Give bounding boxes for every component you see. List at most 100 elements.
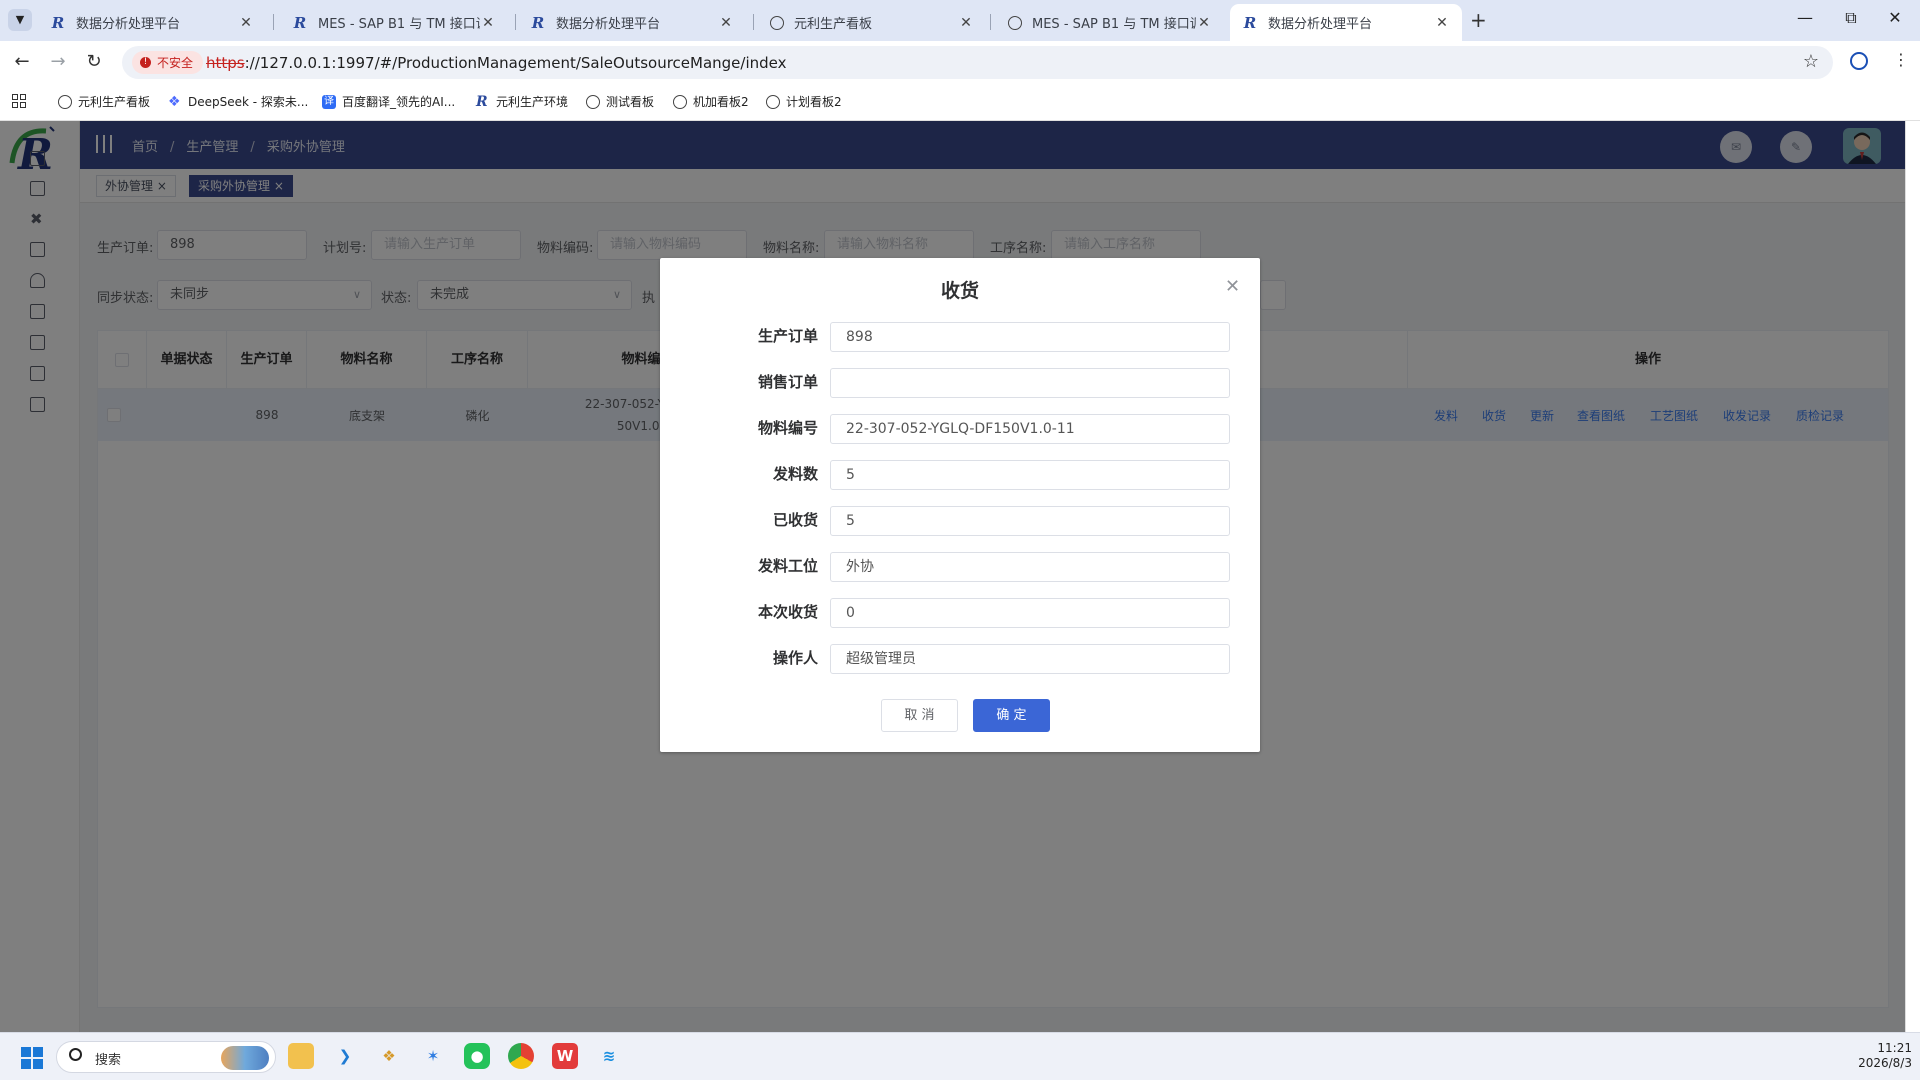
tab-title: 数据分析处理平台	[1268, 17, 1373, 32]
browser-tab[interactable]: 元利生产看板 ✕	[758, 4, 986, 41]
file-explorer-icon[interactable]	[288, 1043, 314, 1069]
window-close-icon[interactable]: ✕	[1880, 8, 1910, 27]
material-no-field[interactable]: 22-307-052-YGLQ-DF150V1.0-11	[830, 414, 1230, 444]
bookmark-item[interactable]: 译百度翻译_领先的AI...	[322, 93, 455, 110]
tab-title: MES - SAP B1 与 TM 接口调用	[318, 17, 480, 32]
tab-title: 元利生产看板	[794, 17, 873, 32]
apps-grid-icon[interactable]	[12, 94, 26, 108]
field-label-material-no: 物料编号	[757, 419, 818, 437]
globe-icon	[766, 94, 780, 109]
close-tab-icon[interactable]: ✕	[1434, 15, 1450, 31]
browser-tab[interactable]: R 数据分析处理平台 ✕	[518, 4, 746, 41]
vscode-icon[interactable]: ❯	[332, 1043, 358, 1069]
confirm-button[interactable]: 确 定	[973, 699, 1050, 732]
bookmark-label: 计划看板2	[786, 95, 842, 109]
received-qty-field[interactable]: 5	[830, 506, 1230, 536]
cancel-button[interactable]: 取 消	[881, 699, 958, 732]
browser-tab-active[interactable]: R 数据分析处理平台 ✕	[1230, 4, 1462, 41]
taskbar-search[interactable]: 搜索	[56, 1041, 276, 1073]
tab-title: MES - SAP B1 与 TM 接口调用	[1032, 17, 1196, 32]
search-icon	[69, 1048, 82, 1061]
windows-taskbar: 搜索 ❯ ❖ ✶ ● W ≋ 11:21 2026/8/3	[0, 1032, 1920, 1080]
clock-date: 2026/8/3	[1858, 1056, 1912, 1070]
taskbar-search-label: 搜索	[95, 1053, 122, 1068]
browser-tab[interactable]: MES - SAP B1 与 TM 接口调用 ✕	[996, 4, 1224, 41]
close-tab-icon[interactable]: ✕	[718, 15, 734, 31]
bookmark-item[interactable]: 测试看板	[586, 93, 654, 110]
bookmark-star-icon[interactable]: ☆	[1803, 51, 1819, 72]
close-tab-icon[interactable]: ✕	[480, 15, 496, 31]
field-label-sales-order: 销售订单	[757, 373, 818, 391]
warning-icon: !	[140, 57, 151, 68]
forward-icon[interactable]: →	[46, 51, 70, 72]
browser-tab-strip: ▼ R 数据分析处理平台 ✕ R MES - SAP B1 与 TM 接口调用 …	[0, 0, 1920, 41]
issue-station-field[interactable]: 外协	[830, 552, 1230, 582]
address-bar[interactable]: ! 不安全 https://127.0.0.1:1997/#/Productio…	[122, 46, 1833, 79]
globe-icon	[770, 15, 784, 30]
operator-field[interactable]: 超级管理员	[830, 644, 1230, 674]
url-path: ://127.0.0.1:1997/#/ProductionManagement…	[244, 54, 787, 72]
remote-tool-icon[interactable]: ≋	[596, 1043, 622, 1069]
tab-divider	[273, 14, 274, 30]
field-label-issued-qty: 发料数	[772, 465, 818, 483]
close-tab-icon[interactable]: ✕	[1196, 15, 1212, 31]
issued-qty-field[interactable]: 5	[830, 460, 1230, 490]
url-scheme: https	[206, 54, 245, 72]
globe-icon	[1008, 15, 1022, 30]
receive-now-field[interactable]: 0	[830, 598, 1230, 628]
bookmark-label: DeepSeek - 探索未...	[188, 95, 309, 109]
bookmark-label: 机加看板2	[693, 95, 749, 109]
bookmark-item[interactable]: 元利生产看板	[58, 93, 150, 110]
chrome-icon[interactable]	[508, 1043, 534, 1069]
new-tab-icon[interactable]: +	[1470, 8, 1487, 32]
field-label-operator: 操作人	[772, 649, 818, 667]
sales-order-field[interactable]	[830, 368, 1230, 398]
windows-start-icon[interactable]	[21, 1047, 43, 1069]
tab-title: 数据分析处理平台	[556, 17, 661, 32]
profile-icon[interactable]	[1850, 52, 1868, 70]
bookmark-item[interactable]: ❖ DeepSeek - 探索未...	[168, 93, 308, 110]
prod-order-field[interactable]: 898	[830, 322, 1230, 352]
close-tab-icon[interactable]: ✕	[238, 15, 254, 31]
browser-tab[interactable]: R MES - SAP B1 与 TM 接口调用 ✕	[280, 4, 508, 41]
dialog-title: 收货	[940, 280, 979, 302]
field-label-receive-now: 本次收货	[757, 603, 818, 621]
page-scrollbar[interactable]	[1905, 121, 1920, 1032]
deepseek-icon: ❖	[168, 93, 181, 110]
back-icon[interactable]: ←	[10, 51, 34, 72]
search-highlight-image	[221, 1046, 269, 1070]
wechat-icon[interactable]: ●	[464, 1043, 490, 1069]
app-logo-icon: R	[51, 13, 65, 32]
browser-toolbar: ← → ↻ ! 不安全 https://127.0.0.1:1997/#/Pro…	[0, 41, 1920, 83]
globe-icon	[673, 94, 687, 109]
browser-menu-icon[interactable]: ⋮	[1893, 50, 1909, 69]
close-tab-icon[interactable]: ✕	[958, 15, 974, 31]
image-tool-icon[interactable]: ❖	[376, 1043, 402, 1069]
tab-divider	[990, 14, 991, 30]
bookmark-label: 测试看板	[606, 95, 655, 109]
bookmark-label: 百度翻译_领先的AI...	[342, 95, 456, 109]
tab-search-dropdown-icon[interactable]: ▼	[8, 9, 32, 31]
minimize-icon[interactable]: —	[1790, 8, 1820, 27]
bookmark-item[interactable]: 计划看板2	[766, 93, 842, 110]
security-label: 不安全	[157, 56, 194, 70]
tab-title: 数据分析处理平台	[76, 17, 181, 32]
system-clock[interactable]: 11:21 2026/8/3	[1856, 1041, 1912, 1071]
field-label-issue-station: 发料工位	[757, 557, 818, 575]
wps-icon[interactable]: W	[552, 1043, 578, 1069]
url-text[interactable]: https://127.0.0.1:1997/#/ProductionManag…	[206, 54, 787, 72]
app-switch-icon[interactable]: ✶	[420, 1043, 446, 1069]
bookmark-label: 元利生产环境	[496, 95, 569, 109]
bookmark-label: 元利生产看板	[78, 95, 151, 109]
reload-icon[interactable]: ↻	[82, 51, 106, 72]
globe-icon	[586, 94, 600, 109]
globe-icon	[58, 94, 72, 109]
bookmark-item[interactable]: 机加看板2	[673, 93, 749, 110]
clock-time: 11:21	[1877, 1041, 1912, 1055]
browser-tab[interactable]: R 数据分析处理平台 ✕	[38, 4, 266, 41]
security-chip[interactable]: ! 不安全	[132, 51, 204, 74]
close-icon[interactable]: ✕	[1225, 276, 1240, 297]
app-logo-icon: R	[476, 93, 488, 110]
bookmark-item[interactable]: R 元利生产环境	[476, 93, 568, 110]
restore-icon[interactable]: ⧉	[1836, 8, 1866, 28]
